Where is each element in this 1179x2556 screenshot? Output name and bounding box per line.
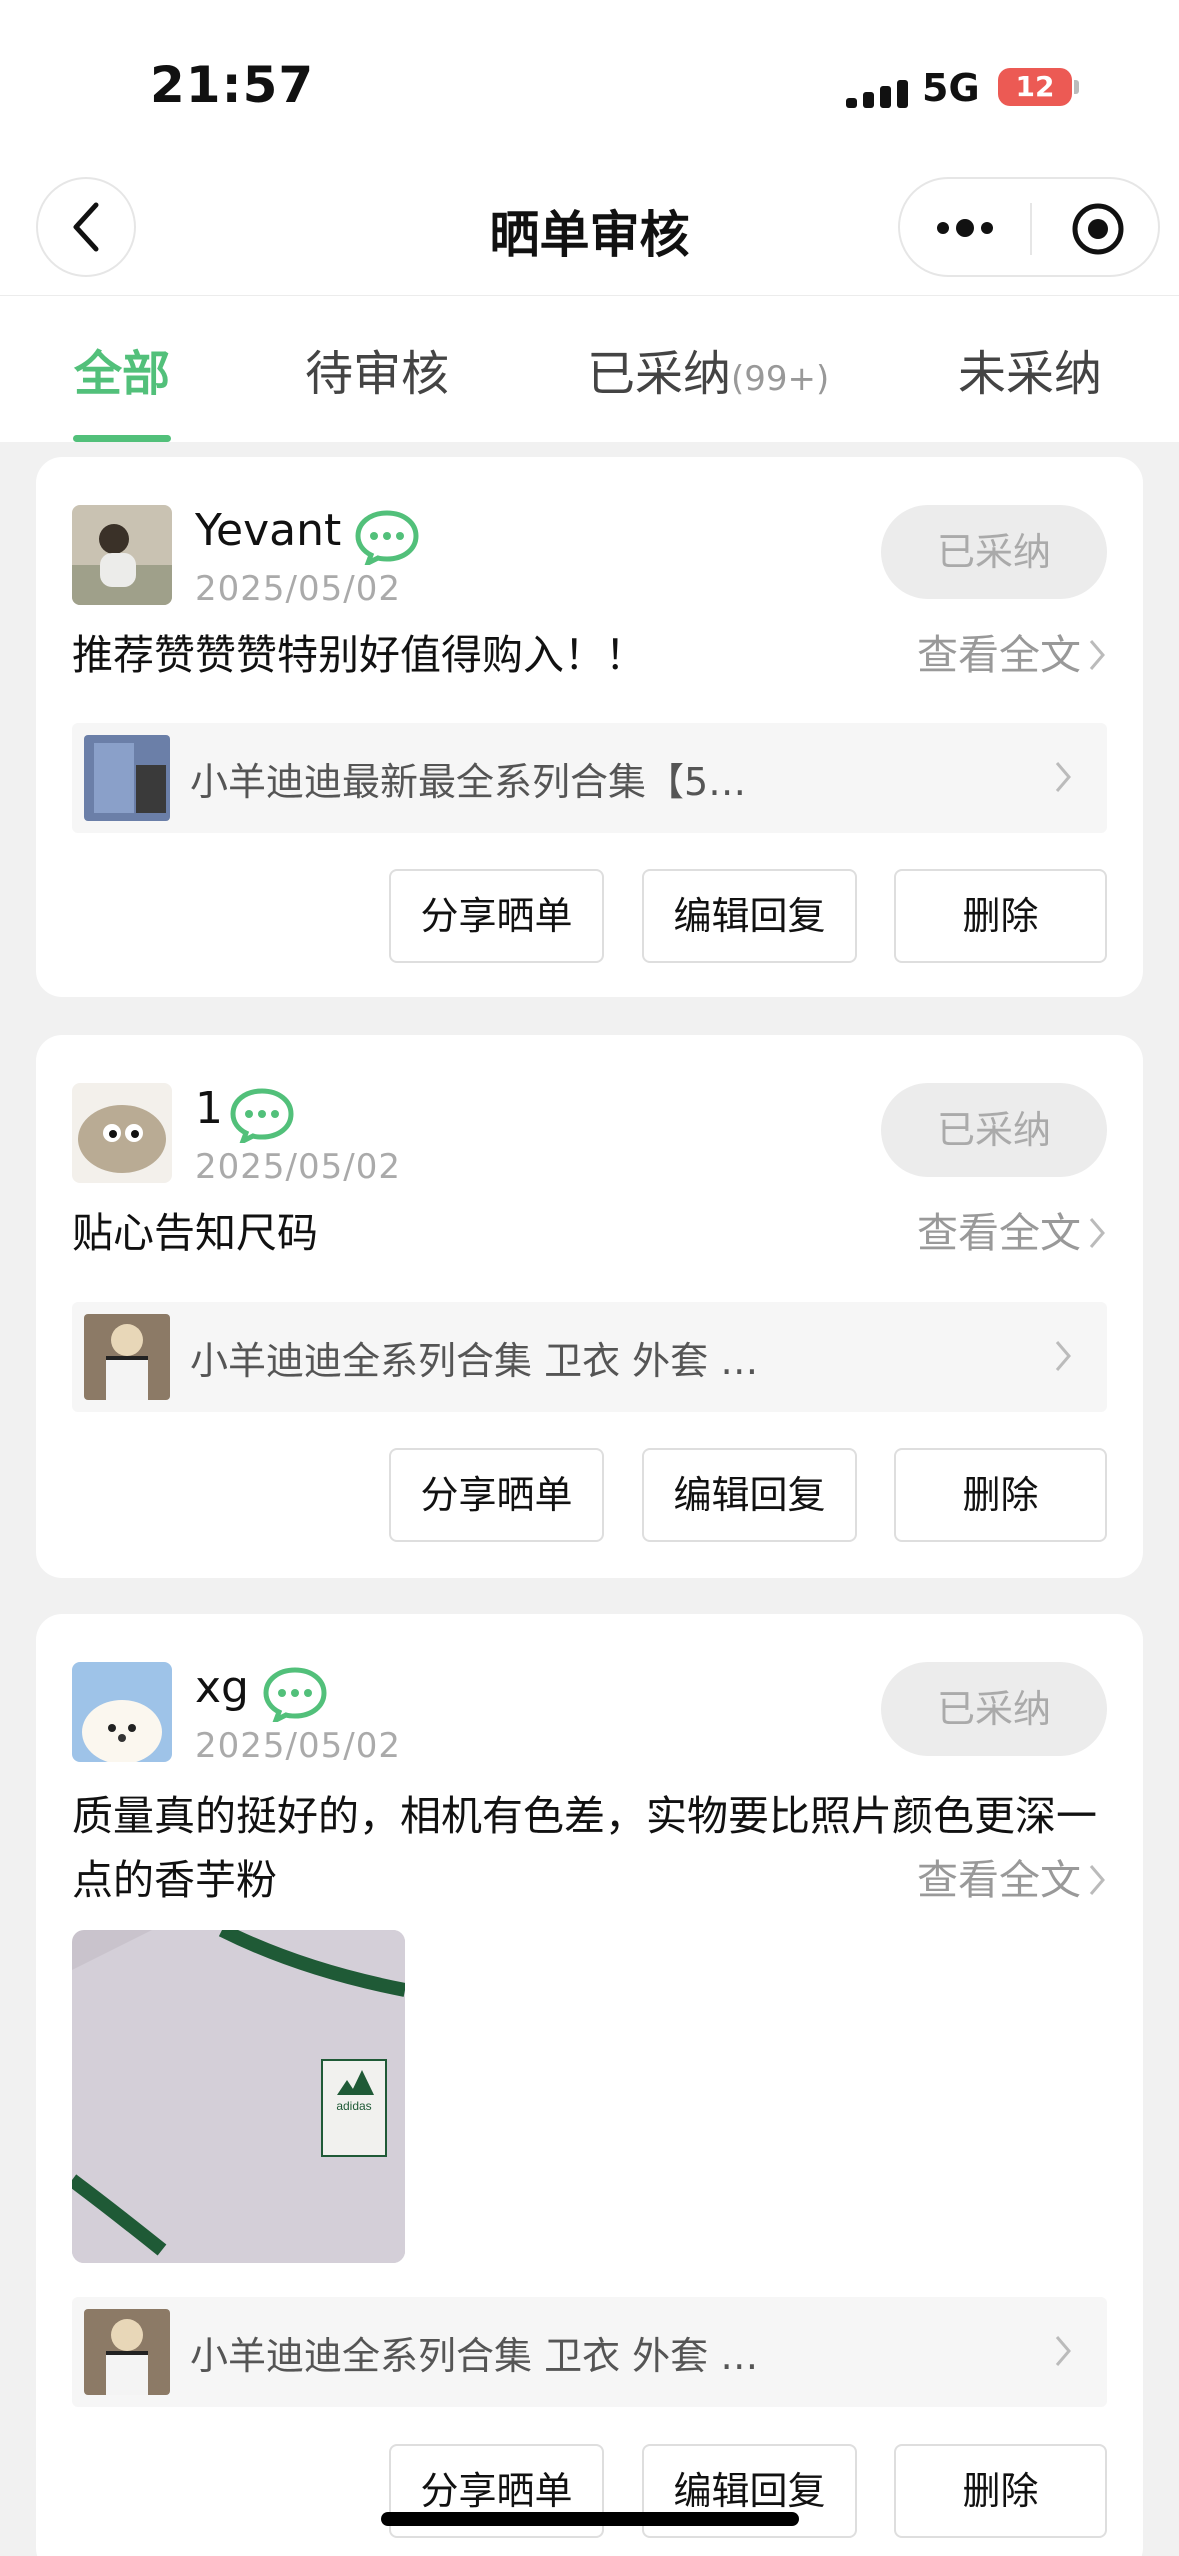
tab-all[interactable]: 全部 <box>74 334 170 404</box>
review-card: 1 2025/05/02 已采纳 贴心告知尺码 查看全文 小羊迪迪全系列合集 卫… <box>36 1035 1143 1578</box>
product-title: 小羊迪迪全系列合集 卫衣 外套 … <box>190 2334 759 2378</box>
share-button[interactable]: 分享晒单 <box>389 869 604 963</box>
filter-tabs: 全部 待审核 已采纳(99+) 未采纳 <box>0 295 1179 442</box>
product-thumbnail <box>84 735 170 821</box>
avatar <box>72 1083 172 1183</box>
chevron-right-icon <box>1055 2336 1071 2366</box>
delete-button[interactable]: 删除 <box>894 1448 1107 1542</box>
battery-icon: 12 <box>998 68 1072 106</box>
review-card: Yevant 2025/05/02 已采纳 推荐赞赞赞特别好值得购入！！ 查看全… <box>36 457 1143 997</box>
chat-icon[interactable] <box>229 1087 295 1143</box>
product-title: 小羊迪迪全系列合集 卫衣 外套 … <box>190 1339 759 1383</box>
battery-tip <box>1074 80 1079 94</box>
active-tab-indicator <box>73 435 171 442</box>
read-more-label: 查看全文 <box>917 1209 1081 1257</box>
tab-label: 已采纳 <box>587 346 732 402</box>
tab-label: 未采纳 <box>958 346 1103 402</box>
edit-reply-button[interactable]: 编辑回复 <box>642 1448 857 1542</box>
review-date: 2025/05/02 <box>195 569 401 609</box>
chat-icon[interactable] <box>262 1666 328 1722</box>
status-badge: 已采纳 <box>881 505 1107 599</box>
tab-pending[interactable]: 待审核 <box>305 334 449 404</box>
tab-adopted[interactable]: 已采纳(99+) <box>587 334 829 404</box>
photo-logo-text: adidas <box>336 2099 371 2113</box>
avatar <box>72 1662 172 1762</box>
product-title: 小羊迪迪最新最全系列合集【5… <box>190 760 747 804</box>
username: xg <box>195 1662 249 1713</box>
product-thumbnail <box>84 1314 170 1400</box>
status-badge: 已采纳 <box>881 1662 1107 1756</box>
action-buttons: 分享晒单 编辑回复 删除 <box>36 869 1143 963</box>
delete-button[interactable]: 删除 <box>894 869 1107 963</box>
tab-label: 全部 <box>74 346 171 402</box>
username: 1 <box>195 1083 223 1134</box>
status-badge: 已采纳 <box>881 1083 1107 1177</box>
chevron-right-icon <box>1055 1341 1071 1371</box>
more-dots-icon[interactable] <box>934 215 996 241</box>
nav-bar: 晒单审核 <box>0 175 1179 295</box>
tab-label: 待审核 <box>305 346 450 402</box>
product-thumbnail <box>84 2309 170 2395</box>
read-more-link[interactable]: 查看全文 <box>917 623 1107 687</box>
read-more-link[interactable]: 查看全文 <box>917 1201 1107 1265</box>
review-photo[interactable]: adidas <box>72 1930 405 2263</box>
avatar <box>72 505 172 605</box>
tab-not-adopted[interactable]: 未采纳 <box>958 334 1102 404</box>
capsule-divider <box>1030 203 1032 255</box>
edit-reply-button[interactable]: 编辑回复 <box>642 869 857 963</box>
delete-button[interactable]: 删除 <box>894 2444 1107 2538</box>
review-date: 2025/05/02 <box>195 1726 401 1766</box>
review-card: xg 2025/05/02 已采纳 质量真的挺好的，相机有色差，实物要比照片颜色… <box>36 1614 1143 2556</box>
status-time: 21:57 <box>150 56 315 114</box>
chevron-right-icon <box>1055 762 1071 792</box>
tab-count: (99+) <box>731 359 830 399</box>
product-link[interactable]: 小羊迪迪最新最全系列合集【5… <box>72 723 1107 833</box>
status-bar: 21:57 5G 12 <box>0 0 1179 175</box>
product-link[interactable]: 小羊迪迪全系列合集 卫衣 外套 … <box>72 1302 1107 1412</box>
chevron-right-icon <box>1089 1865 1105 1895</box>
review-date: 2025/05/02 <box>195 1147 401 1187</box>
username: Yevant <box>195 505 342 556</box>
read-more-label: 查看全文 <box>917 631 1081 679</box>
read-more-label: 查看全文 <box>917 1856 1081 1904</box>
target-icon[interactable] <box>1070 201 1126 257</box>
signal-icon <box>846 78 910 108</box>
home-indicator[interactable] <box>381 2512 799 2526</box>
action-buttons: 分享晒单 编辑回复 删除 <box>36 1448 1143 1542</box>
chevron-right-icon <box>1089 640 1105 670</box>
network-label: 5G <box>922 66 980 110</box>
product-link[interactable]: 小羊迪迪全系列合集 卫衣 外套 … <box>72 2297 1107 2407</box>
read-more-link[interactable]: 查看全文 <box>917 1848 1107 1912</box>
chevron-right-icon <box>1089 1218 1105 1248</box>
mini-program-capsule <box>898 177 1160 277</box>
chat-icon[interactable] <box>354 509 420 565</box>
share-button[interactable]: 分享晒单 <box>389 1448 604 1542</box>
